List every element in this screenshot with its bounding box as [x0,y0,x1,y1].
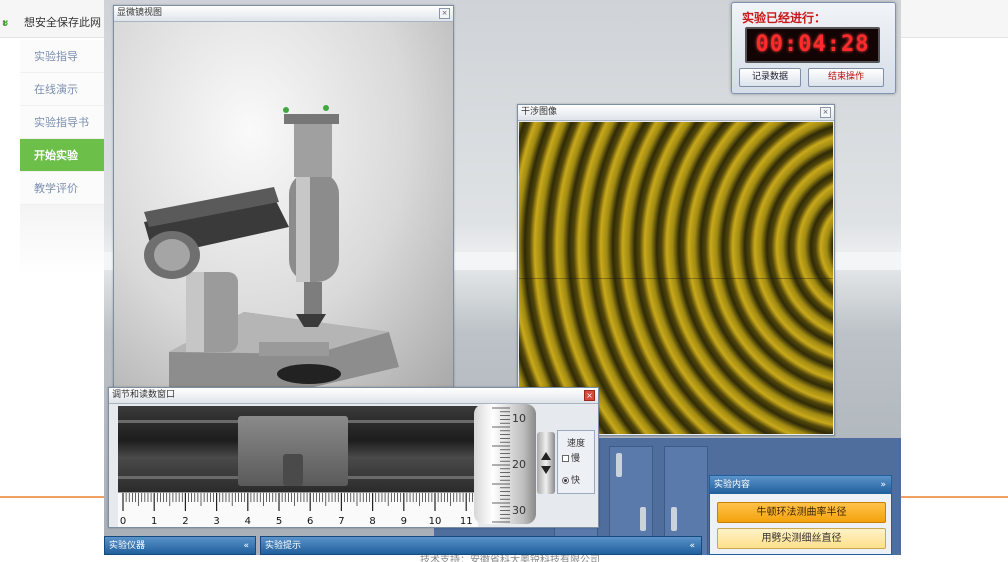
drag-handle-icon[interactable] [323,105,329,111]
up-down-arrows-icon[interactable] [537,432,555,494]
interference-window-titlebar[interactable]: 干涉图像 × [518,105,834,121]
scale-number: 4 [245,516,251,527]
collapse-chevron-icon[interactable]: « [243,537,249,555]
down-arrow-icon[interactable] [541,466,551,474]
instruments-bar-label: 实验仪器 [109,541,146,551]
scale-number: 3 [213,516,219,527]
adjust-reading-window[interactable]: 调节和读数窗口 × 0 1 2 3 4 5 6 7 8 9 10 11 10 20 30 速度 慢 快 [108,387,599,528]
content-item-newton-rings[interactable]: 牛顿环法测曲率半径 [717,502,886,523]
checkbox-icon[interactable] [562,455,569,462]
carriage-pin [283,454,303,486]
scale-number: 10 [429,516,442,527]
elapsed-label: 实验已经进行： [742,11,827,25]
tube-highlight [296,172,310,282]
crosshair-line [519,278,833,279]
up-arrow-icon[interactable] [541,452,551,460]
radio-selected-icon[interactable] [562,477,569,484]
speed-label: 速度 [567,439,586,449]
eyepiece-cap [284,114,339,124]
microscope-render[interactable] [114,22,453,387]
reading-apparatus: 0 1 2 3 4 5 6 7 8 9 10 11 10 20 30 速度 慢 快 [109,404,598,527]
objective-lens [304,282,322,314]
drum-number: 30 [512,504,526,517]
slow-label: 慢 [571,454,581,464]
fast-speed-option[interactable]: 快 [562,473,580,486]
drawer-knob [616,453,622,477]
slow-speed-option[interactable]: 慢 [562,451,580,464]
content-panel-titlebar[interactable]: 实验内容 » [710,476,891,494]
drawer-knob [640,507,646,531]
record-data-button[interactable]: 记录数据 [739,68,801,87]
collapse-chevron-icon[interactable]: « [689,537,695,555]
scale-number: 8 [369,516,375,527]
scale-number: 1 [151,516,157,527]
scale-number: 7 [338,516,344,527]
site-logo-icon: ะ [2,15,9,29]
content-panel-title: 实验内容 [714,480,751,490]
drum-knob[interactable] [537,432,555,494]
pillar-highlight [186,272,204,352]
scale-number: 2 [182,516,188,527]
close-icon[interactable]: × [439,8,450,19]
microscope-illustration [144,105,399,387]
adjust-window-titlebar[interactable]: 调节和读数窗口 × [109,388,598,404]
timer-panel: 实验已经进行： 00:04:28 记录数据 结束操作 [731,2,896,94]
drum-number: 20 [512,458,526,471]
focus-knob-center [154,239,190,271]
scale-number: 5 [276,516,282,527]
main-scale: 0 1 2 3 4 5 6 7 8 9 10 11 [118,492,478,527]
micrometer-drum[interactable]: 10 20 30 [474,404,536,524]
drawer-knob [671,507,677,531]
instruments-bar[interactable]: 实验仪器 « [104,536,256,555]
scale-number: 0 [120,516,126,527]
drum-number: 10 [512,412,526,425]
close-icon[interactable]: × [820,107,831,118]
drum-ticks [492,407,510,523]
base-lens [277,364,341,384]
interference-window-title: 干涉图像 [521,107,558,117]
content-item-wedge-wire[interactable]: 用劈尖测细丝直径 [717,528,886,549]
end-operation-button[interactable]: 结束操作 [808,68,884,87]
speed-control: 速度 慢 快 [557,430,595,494]
adjust-window-title: 调节和读数窗口 [112,390,176,400]
fast-label: 快 [571,476,581,486]
experiment-content-panel: 实验内容 » 牛顿环法测曲率半径 用劈尖测细丝直径 [709,475,892,555]
microscope-view-window[interactable]: 显微镜视图 × [113,5,454,388]
save-page-tip[interactable]: 想安全保存此网 [24,14,101,30]
microscope-window-title: 显微镜视图 [117,8,163,18]
elapsed-time-display: 00:04:28 [745,27,880,63]
scale-number: 11 [460,516,473,527]
scale-number: 9 [401,516,407,527]
stage-plate [259,342,329,356]
close-icon[interactable]: × [584,390,595,401]
tips-bar-label: 实验提示 [265,541,302,551]
microscope-window-titlebar[interactable]: 显微镜视图 × [114,6,453,22]
tips-bar[interactable]: 实验提示 « [260,536,702,555]
moving-carriage[interactable] [238,416,348,486]
eyepiece [294,122,332,177]
scale-number: 6 [307,516,313,527]
expand-chevron-icon[interactable]: » [880,476,886,494]
drag-handle-icon[interactable] [283,107,289,113]
slide-rail [118,406,478,492]
scale-ticks: 0 1 2 3 4 5 6 7 8 9 10 11 [120,493,476,527]
